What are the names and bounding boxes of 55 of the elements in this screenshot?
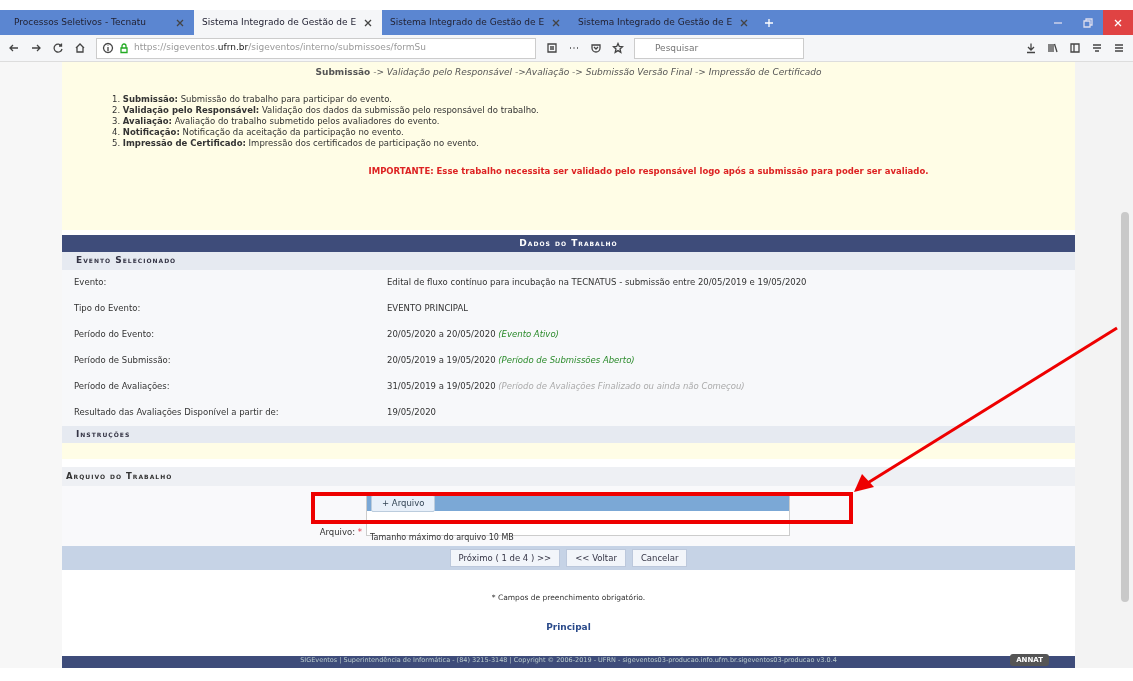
reload-icon[interactable] [52, 42, 64, 54]
instruction-item: 4. Notificação: Notificação da aceitação da participação no evento. [112, 126, 405, 138]
tab-title: Processos Seletivos - Tecnatu [14, 15, 146, 29]
reader-icon[interactable] [546, 42, 558, 54]
forward-icon[interactable] [30, 42, 42, 54]
form-button[interactable]: Cancelar [631, 548, 688, 568]
field-value: 20/05/2020 a 20/05/2020 (Evento Ativo) [387, 328, 559, 341]
instruction-item: 2. Validação pelo Responsável: Validação dos dados da submissão pelo responsável do trabalho. [112, 104, 540, 116]
field-label: Arquivo: * [319, 526, 362, 537]
lock-icon[interactable] [118, 42, 130, 54]
tab-title: Sistema Integrado de Gestão de E [202, 15, 357, 29]
instruction-item: 5. Impressão de Certificado: Impressão dos certificados de participação no evento. [112, 137, 480, 149]
principal-link[interactable]: Principal [538, 621, 599, 635]
form-button[interactable]: << Voltar [566, 548, 626, 568]
menu-icon[interactable] [1113, 42, 1125, 54]
browser-tab[interactable]: Sistema Integrado de Gestão de E [570, 10, 758, 35]
tab-title: Sistema Integrado de Gestão de E [578, 15, 733, 29]
pocket-icon[interactable] [590, 42, 602, 54]
form-button[interactable]: Próximo ( 1 de 4 ) >> [449, 548, 561, 568]
field-label: Período do Evento: [73, 328, 156, 341]
new-tab-icon[interactable] [762, 16, 775, 29]
url-text: https://sigeventos.ufrn.br/sigeventos/interno/submissoes/formSu [134, 41, 427, 55]
instruction-item: 3. Avaliação: Avaliação do trabalho submetido pelos avaliadores do evento. [112, 115, 441, 127]
field-label: Período de Submissão: [73, 354, 172, 367]
field-value: 19/05/2020 [387, 406, 436, 419]
steps-text: Submissão -> Validação pelo Responsável ->Avaliação -> Submissão Versão Final -> Impressão de Certificado [314, 66, 823, 79]
sidebar-icon[interactable] [1069, 42, 1081, 54]
section-heading: Arquivo do Trabalho [62, 467, 1075, 486]
field-label: Resultado das Avaliações Disponível a partir de: [73, 406, 280, 419]
back-icon[interactable] [8, 42, 20, 54]
field-label: Período de Avaliações: [73, 380, 171, 393]
maximize-icon[interactable] [1082, 16, 1094, 29]
info-icon[interactable] [102, 42, 114, 54]
field-value: EVENTO PRINCIPAL [387, 302, 468, 315]
field-label: Tipo do Evento: [73, 302, 142, 315]
search-field[interactable]: Pesquisar [634, 37, 804, 59]
browser-tab[interactable]: Sistema Integrado de Gestão de E [194, 10, 382, 35]
field-value: Edital de fluxo contínuo para incubação na TECNATUS - submissão entre 20/05/2019 e 19/05/2020 [387, 276, 807, 289]
tab-title: Sistema Integrado de Gestão de E [390, 15, 545, 29]
field-value: 20/05/2019 a 19/05/2020 (Período de Submissões Aberto) [387, 354, 635, 367]
library-icon[interactable] [1047, 42, 1059, 54]
address-bar[interactable]: https://sigeventos.ufrn.br/sigeventos/interno/submissoes/formSu [96, 37, 536, 59]
field-label: Evento: [73, 276, 108, 289]
star-icon[interactable] [612, 42, 624, 54]
home-icon[interactable] [74, 42, 86, 54]
list-icon[interactable] [1091, 42, 1103, 54]
scrollbar[interactable] [1121, 212, 1129, 602]
browser-tab[interactable]: Sistema Integrado de Gestão de E [382, 10, 570, 35]
field-value: 31/05/2019 a 19/05/2020 (Período de Avaliações Finalizado ou ainda não Começou) [387, 380, 745, 393]
section-heading: Evento Selecionado [62, 252, 1075, 270]
instruction-item: 1. Submissão: Submissão do trabalho para participar do evento. [112, 93, 393, 105]
panel-title: Dados do Trabalho [62, 235, 1075, 252]
important-notice: IMPORTANTE: Esse trabalho necessita ser validado pelo responsável logo após a submissão para poder ser avaliado. [367, 164, 930, 178]
browser-tab[interactable]: Processos Seletivos - Tecnatu [6, 10, 194, 35]
download-icon[interactable] [1025, 42, 1037, 54]
